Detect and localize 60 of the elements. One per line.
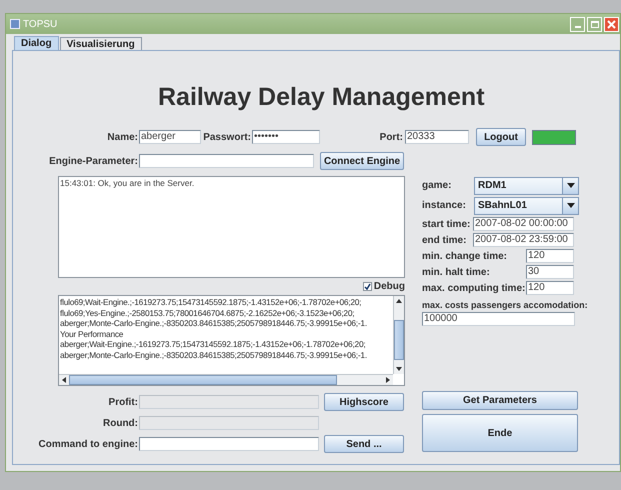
field-label: Round:: [102, 416, 139, 430]
field-label: max. computing time:: [422, 282, 526, 296]
command-field[interactable]: [139, 437, 319, 451]
combo-box[interactable]: RDM1: [474, 176, 579, 194]
caret-icon: [566, 203, 574, 208]
get-parameters-button[interactable]: Get Parameters: [422, 391, 578, 410]
text-field[interactable]: 120: [526, 249, 574, 263]
tab[interactable]: Dialog: [14, 36, 59, 50]
port-field[interactable]: 20333: [405, 130, 469, 144]
checkmark-icon: [364, 283, 371, 290]
tab[interactable]: Visualisierung: [60, 37, 142, 50]
profit-field[interactable]: [139, 395, 319, 409]
logout-button[interactable]: Logout: [476, 128, 526, 146]
field-label: min. halt time:: [422, 266, 491, 280]
right-arrow-icon[interactable]: [386, 377, 390, 383]
field-label: Engine-Parameter:: [48, 154, 139, 168]
field-label: max. costs passengers accomodation:: [422, 299, 588, 312]
field-label: end time:: [422, 234, 468, 248]
password-field[interactable]: •••••••: [252, 130, 320, 144]
name-field[interactable]: aberger: [139, 130, 201, 144]
send-button[interactable]: Send ...: [324, 435, 404, 453]
window-title: TOPSU: [23, 18, 58, 32]
log-line: flulo69;Wait-Engine.;-1619273.75;15473145592.1875;-1.43152e+06;-1.78702e+06;20;: [60, 297, 362, 308]
connect-engine-button[interactable]: Connect Engine: [320, 152, 404, 170]
log-line: aberger;Wait-Engine.;-1619273.75;15473145592.1875;-1.43152e+06;-1.78702e+06;20;: [60, 339, 366, 350]
close-button[interactable]: [604, 16, 619, 32]
combo-box[interactable]: SBahnL01: [474, 196, 579, 214]
field-label: game:: [422, 179, 452, 193]
field-label: Command to engine:: [38, 438, 139, 452]
log-line: flulo69;Yes-Engine.;-2580153.75;78001646704.6875;-2.16252e+06;-3.1523e+06;20;: [60, 308, 356, 318]
text-field[interactable]: 100000: [422, 312, 575, 326]
field-label: instance:: [422, 199, 467, 213]
left-arrow-icon[interactable]: [62, 377, 66, 383]
text-field[interactable]: 120: [526, 281, 574, 295]
text-field[interactable]: 30: [526, 265, 574, 279]
app-heading: Railway Delay Management: [158, 82, 486, 111]
debug-checkbox[interactable]: Debug: [362, 279, 405, 294]
field-label: Name:: [106, 130, 139, 144]
highscore-button[interactable]: Highscore: [324, 393, 404, 411]
maximize-button[interactable]: [587, 16, 602, 32]
field-label: min. change time:: [422, 250, 508, 264]
text-field[interactable]: 2007-08-02 00:00:00: [473, 217, 574, 231]
down-arrow-icon[interactable]: [396, 367, 402, 371]
log-line: Your Performance: [60, 328, 124, 339]
caret-icon: [566, 183, 574, 188]
text-field[interactable]: 2007-08-02 23:59:00: [473, 233, 574, 247]
up-arrow-icon[interactable]: [396, 299, 402, 303]
minimize-button[interactable]: [570, 16, 585, 32]
round-field[interactable]: [139, 416, 319, 430]
field-label: Port:: [378, 130, 404, 144]
horizontal-scrollbar[interactable]: [59, 374, 393, 385]
log-line: aberger;Monte-Carlo-Engine.;-8350203.84615385;2505798918446.75;-3.99915e+06;-1.: [60, 318, 368, 328]
engine-parameter-field[interactable]: [139, 154, 314, 168]
vertical-scrollbar[interactable]: [393, 296, 404, 374]
log-line: aberger;Monte-Carlo-Engine.;-8350203.84615385;2505798918446.75;-3.99915e+06;-1.: [60, 350, 368, 360]
field-label: Profit:: [108, 396, 139, 410]
field-label: Passwort:: [202, 130, 252, 144]
end-button[interactable]: Ende: [422, 414, 578, 452]
log-line: 15:43:01: Ok, you are in the Server.: [60, 178, 196, 189]
field-label: start time:: [422, 218, 472, 232]
